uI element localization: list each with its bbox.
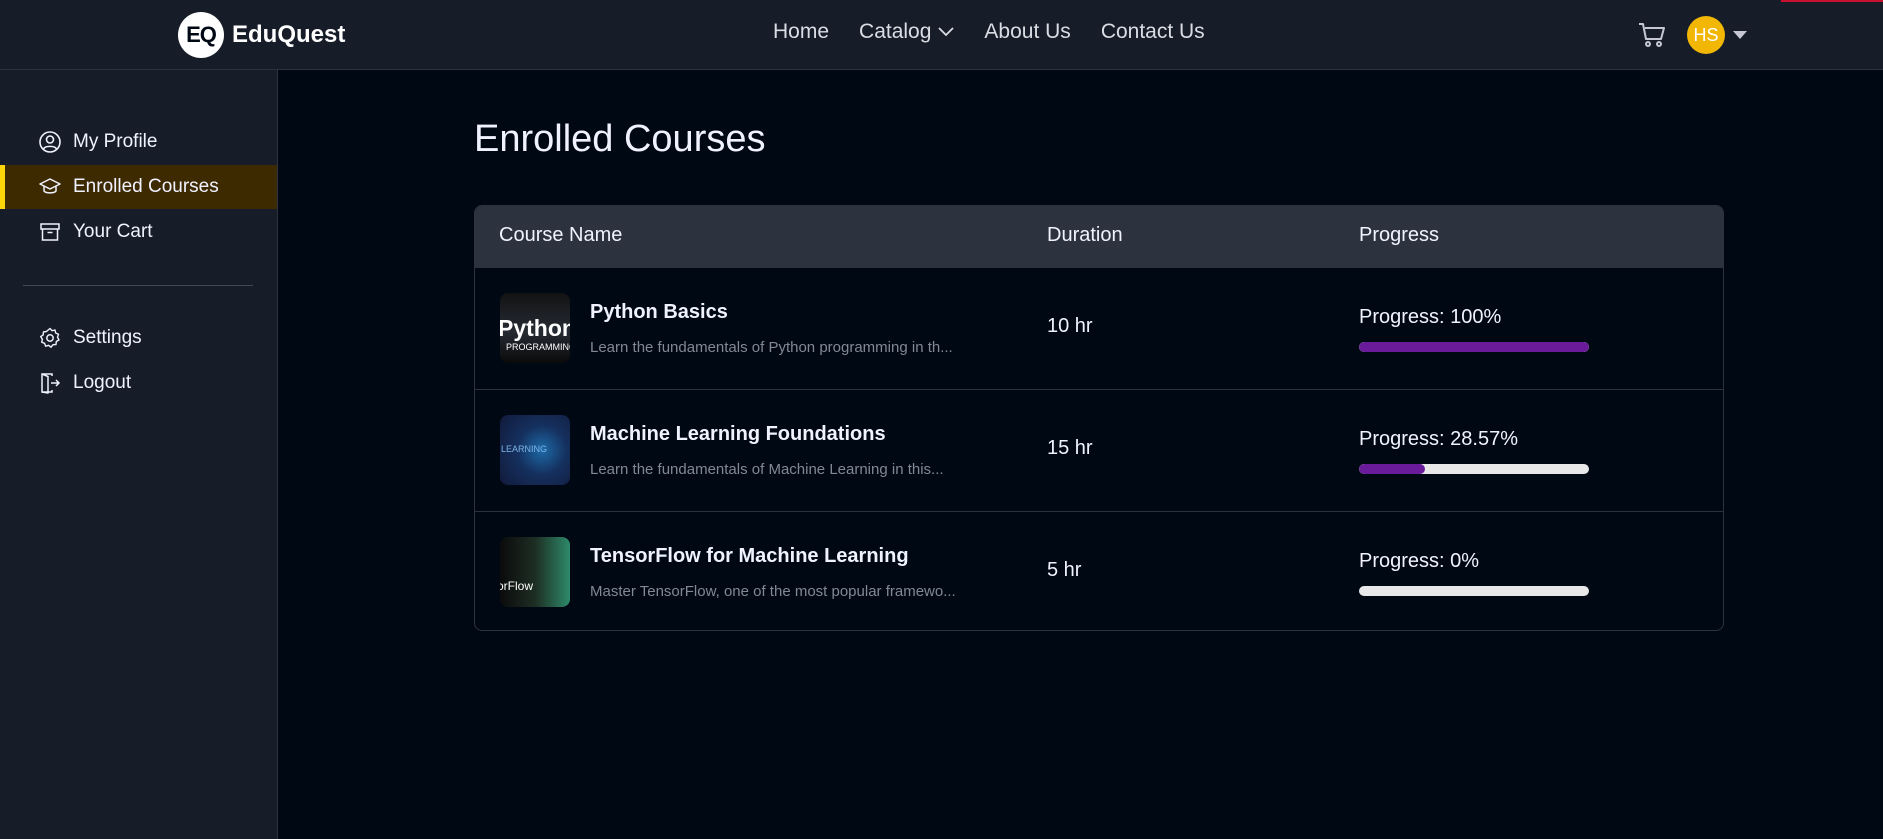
- sidebar-item-label: Your Cart: [73, 221, 153, 242]
- brand-name: EduQuest: [232, 21, 346, 48]
- column-header-progress: Progress: [1359, 224, 1440, 246]
- table-row[interactable]: orFlow TensorFlow for Machine Learning M…: [475, 511, 1723, 630]
- gear-icon: [40, 327, 60, 348]
- page-title: Enrolled Courses: [474, 118, 766, 160]
- sidebar: My Profile Enrolled Courses Your Cart Se…: [0, 70, 278, 839]
- nav-contact-label: Contact Us: [1100, 20, 1205, 43]
- sidebar-item-logout[interactable]: Logout: [0, 361, 277, 405]
- cart-icon: [1639, 23, 1665, 47]
- user-circle-icon: [39, 131, 61, 153]
- course-duration: 10 hr: [1047, 315, 1093, 337]
- logo[interactable]: EQ EduQuest: [178, 12, 346, 58]
- sidebar-item-my-profile[interactable]: My Profile: [0, 120, 277, 164]
- sidebar-item-your-cart[interactable]: Your Cart: [0, 210, 277, 254]
- sidebar-item-settings[interactable]: Settings: [0, 316, 277, 360]
- cart-button[interactable]: [1637, 20, 1667, 50]
- avatar: HS: [1687, 16, 1725, 54]
- course-description: Learn the fundamentals of Machine Learni…: [590, 461, 944, 478]
- progress-bar: [1359, 586, 1589, 596]
- sidebar-item-label: Logout: [73, 372, 132, 393]
- nav-about[interactable]: About Us: [984, 20, 1070, 44]
- course-description: Learn the fundamentals of Python program…: [590, 339, 953, 356]
- nav-home[interactable]: Home: [773, 20, 829, 44]
- logo-mark: EQ: [178, 12, 224, 58]
- progress-label: Progress: 28.57%: [1359, 428, 1518, 450]
- logout-icon: [41, 373, 61, 394]
- thumbnail-caption: PROGRAMMING: [506, 342, 570, 352]
- profile-menu[interactable]: HS: [1687, 16, 1747, 54]
- thumbnail-caption: Python: [500, 315, 570, 341]
- archive-box-icon: [40, 223, 60, 241]
- top-navbar: EQ EduQuest Home Catalog About Us Contac…: [0, 0, 1883, 70]
- course-name[interactable]: Python Basics: [590, 301, 728, 324]
- accent-strip: [1781, 0, 1883, 2]
- column-header-duration: Duration: [1047, 224, 1123, 246]
- caret-down-icon: [1733, 31, 1747, 39]
- sidebar-item-enrolled-courses[interactable]: Enrolled Courses: [0, 165, 277, 209]
- thumbnail-caption: orFlow: [500, 579, 534, 593]
- progress-bar-fill: [1359, 464, 1425, 474]
- graduation-cap-icon: [39, 178, 61, 194]
- progress-label: Progress: 0%: [1359, 550, 1480, 572]
- course-name[interactable]: TensorFlow for Machine Learning: [590, 545, 909, 568]
- course-thumbnail[interactable]: orFlow: [500, 537, 570, 607]
- progress-bar: [1359, 342, 1589, 352]
- course-description: Master TensorFlow, one of the most popul…: [590, 583, 956, 600]
- nav-catalog-label: Catalog: [859, 20, 932, 43]
- course-name[interactable]: Machine Learning Foundations: [590, 423, 886, 446]
- sidebar-item-label: Settings: [73, 327, 142, 348]
- thumbnail-caption: LEARNING: [501, 444, 548, 454]
- sidebar-divider: [23, 285, 253, 286]
- nav-about-label: About Us: [984, 20, 1071, 43]
- course-thumbnail[interactable]: Python PROGRAMMING: [500, 293, 570, 363]
- course-duration: 5 hr: [1047, 559, 1082, 581]
- progress-bar-fill: [1359, 342, 1589, 352]
- enrolled-courses-table: Course Name Duration Progress Python PRO…: [474, 205, 1724, 631]
- nav-contact[interactable]: Contact Us: [1101, 20, 1205, 44]
- table-header: Course Name Duration Progress: [475, 206, 1723, 267]
- nav-home-label: Home: [773, 20, 830, 43]
- sidebar-item-label: My Profile: [73, 131, 158, 152]
- chevron-down-icon: [938, 27, 955, 37]
- progress-label: Progress: 100%: [1359, 306, 1502, 328]
- column-header-course-name: Course Name: [499, 224, 623, 246]
- course-duration: 15 hr: [1047, 437, 1093, 459]
- nav-catalog[interactable]: Catalog: [859, 20, 955, 44]
- table-row[interactable]: Python PROGRAMMING Python Basics Learn t…: [475, 267, 1723, 389]
- sidebar-item-label: Enrolled Courses: [73, 176, 219, 197]
- course-thumbnail[interactable]: LEARNING: [500, 415, 570, 485]
- main-nav: Home Catalog About Us Contact Us: [773, 20, 1205, 44]
- progress-bar: [1359, 464, 1589, 474]
- table-row[interactable]: LEARNING Machine Learning Foundations Le…: [475, 389, 1723, 511]
